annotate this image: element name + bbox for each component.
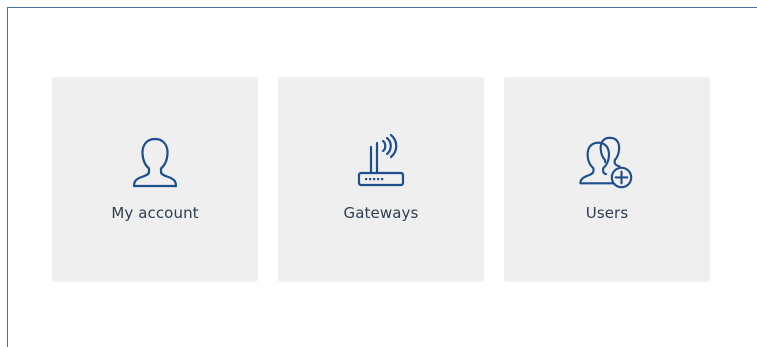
dashboard-tiles: My account Gateways Users (52, 77, 710, 282)
tile-label: My account (111, 204, 199, 222)
tile-users[interactable]: Users (504, 77, 710, 282)
tile-gateways[interactable]: Gateways (278, 77, 484, 282)
gateway-router-icon (351, 132, 411, 192)
tile-my-account[interactable]: My account (52, 77, 258, 282)
user-icon (125, 132, 185, 192)
tile-label: Gateways (343, 204, 419, 222)
users-add-icon (577, 132, 637, 192)
tile-label: Users (585, 204, 629, 222)
